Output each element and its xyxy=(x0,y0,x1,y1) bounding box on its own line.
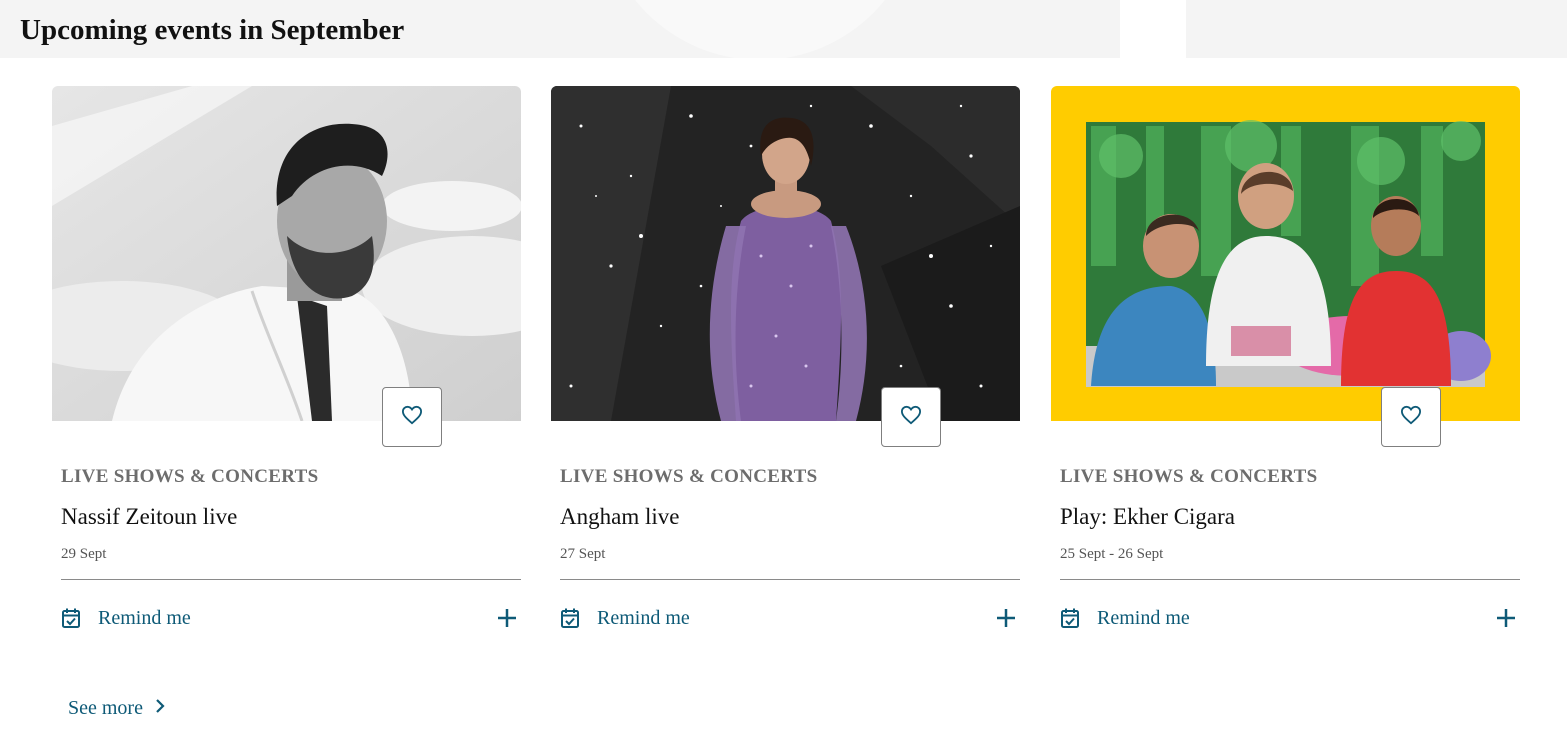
calendar-check-icon xyxy=(61,607,81,629)
page-title: Upcoming events in September xyxy=(20,14,405,46)
divider xyxy=(560,579,1020,580)
favorite-button[interactable] xyxy=(382,387,442,447)
remind-me-button[interactable]: Remind me xyxy=(560,602,1020,634)
remind-me-button[interactable]: Remind me xyxy=(61,602,521,634)
event-category: LIVE SHOWS & CONCERTS xyxy=(61,466,319,487)
event-title[interactable]: Nassif Zeitoun live xyxy=(61,504,237,530)
event-date: 29 Sept xyxy=(61,546,107,562)
plus-icon[interactable] xyxy=(1495,607,1517,629)
remind-me-label: Remind me xyxy=(98,606,191,629)
event-card[interactable]: LIVE SHOWS & CONCERTS Nassif Zeitoun liv… xyxy=(52,86,521,646)
plus-icon[interactable] xyxy=(496,607,518,629)
remind-me-label: Remind me xyxy=(597,606,690,629)
see-more-link[interactable]: See more xyxy=(68,697,165,720)
chevron-right-icon xyxy=(155,698,165,719)
heart-icon xyxy=(1400,405,1422,430)
event-date: 27 Sept xyxy=(560,546,606,562)
favorite-button[interactable] xyxy=(1381,387,1441,447)
event-image[interactable] xyxy=(551,86,1020,421)
see-more-label: See more xyxy=(68,697,143,719)
remind-me-button[interactable]: Remind me xyxy=(1060,602,1520,634)
heart-icon xyxy=(900,405,922,430)
event-card[interactable]: LIVE SHOWS & CONCERTS Angham live 27 Sep… xyxy=(551,86,1020,646)
divider xyxy=(1060,579,1520,580)
event-image[interactable] xyxy=(52,86,521,421)
event-date: 25 Sept - 26 Sept xyxy=(1060,546,1164,562)
header-decoration xyxy=(600,0,920,58)
event-image[interactable] xyxy=(1051,86,1520,421)
calendar-check-icon xyxy=(560,607,580,629)
favorite-button[interactable] xyxy=(881,387,941,447)
divider xyxy=(61,579,521,580)
heart-icon xyxy=(401,405,423,430)
event-card[interactable]: LIVE SHOWS & CONCERTS Play: Ekher Cigara… xyxy=(1051,86,1520,646)
remind-me-label: Remind me xyxy=(1097,606,1190,629)
plus-icon[interactable] xyxy=(995,607,1017,629)
event-title[interactable]: Angham live xyxy=(560,504,679,530)
event-category: LIVE SHOWS & CONCERTS xyxy=(560,466,818,487)
event-title[interactable]: Play: Ekher Cigara xyxy=(1060,504,1235,530)
event-category: LIVE SHOWS & CONCERTS xyxy=(1060,466,1318,487)
header-decoration-gap xyxy=(1120,0,1186,58)
calendar-check-icon xyxy=(1060,607,1080,629)
